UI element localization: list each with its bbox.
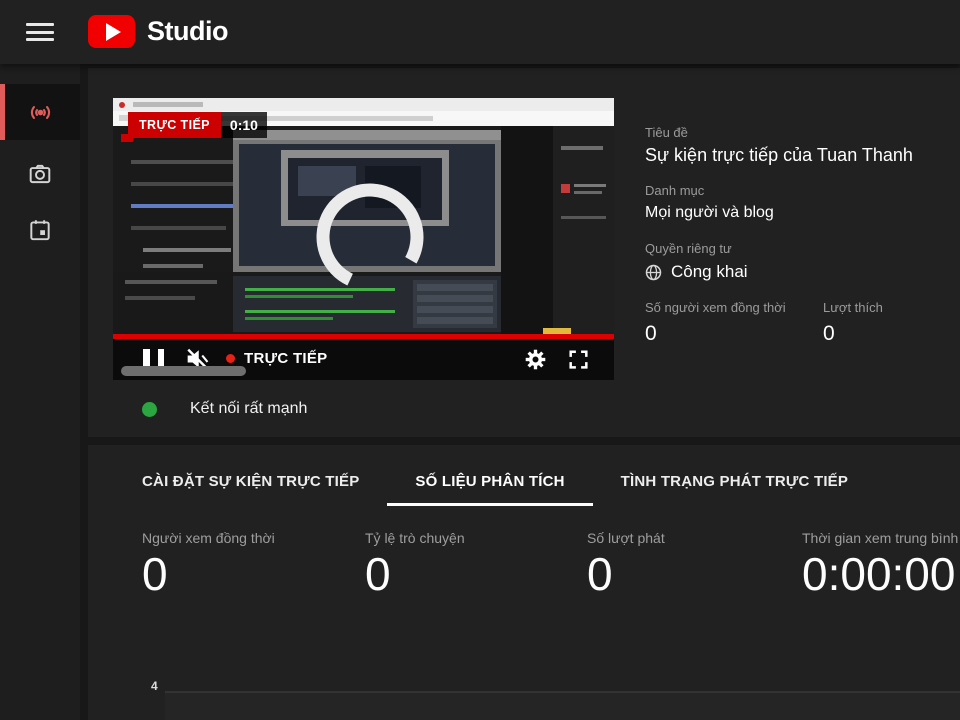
chart-y-tick: 4 [151, 679, 158, 693]
thumb-shape [143, 264, 203, 268]
metric-concurrent-viewers: Người xem đồng thời 0 [142, 530, 275, 601]
stream-title: Sự kiện trực tiếp của Tuan Thanh [645, 145, 950, 166]
chart-area [165, 693, 960, 720]
likes-block: Lượt thích 0 [823, 300, 883, 346]
metric-label: Thời gian xem trung bình [802, 530, 958, 546]
metric-avg-watch-time: Thời gian xem trung bình 0:00:00 [802, 530, 958, 601]
thumb-shape [561, 146, 603, 150]
title-label: Tiêu đề [645, 125, 950, 140]
thumb-shape [131, 182, 241, 186]
connection-status-dot [142, 402, 157, 417]
sidebar-item-webcam[interactable] [0, 148, 80, 200]
settings-button[interactable] [523, 347, 548, 372]
privacy-label: Quyền riêng tư [645, 241, 950, 256]
camera-icon [27, 161, 53, 187]
left-sidebar [0, 64, 80, 720]
category-label: Danh mục [645, 183, 950, 198]
hamburger-menu-icon[interactable] [26, 23, 54, 41]
sidebar-item-manage[interactable] [0, 204, 80, 256]
thumb-shape [417, 317, 493, 324]
thumb-shape [125, 280, 217, 284]
stream-category: Mọi người và blog [645, 204, 950, 222]
globe-icon [645, 264, 662, 281]
tab-stream-health[interactable]: TÌNH TRẠNG PHÁT TRỰC TIẾP [593, 452, 876, 506]
concurrent-viewers-value: 0 [645, 322, 823, 346]
metric-value: 0 [587, 548, 665, 601]
red-dot-icon [226, 354, 235, 363]
connection-status: Kết nối rất mạnh [142, 400, 307, 418]
calendar-icon [27, 217, 53, 243]
metric-value: 0:00:00 [802, 548, 958, 601]
concurrent-viewers-block: Số người xem đồng thời 0 [645, 300, 823, 346]
likes-label: Lượt thích [823, 300, 883, 315]
concurrent-viewers-label: Số người xem đồng thời [645, 300, 823, 315]
thumb-shape [417, 306, 493, 313]
metric-label: Người xem đồng thời [142, 530, 275, 546]
thumb-shape [574, 191, 602, 194]
connection-status-text: Kết nối rất mạnh [190, 400, 307, 418]
thumb-browser-dot [119, 102, 125, 108]
privacy-value: Công khai [671, 262, 748, 282]
live-badge: TRỰC TIẾP [128, 112, 221, 138]
metric-chat-rate: Tỷ lệ trò chuyện 0 [365, 530, 465, 601]
player-badges: TRỰC TIẾP 0:10 [128, 112, 267, 138]
thumb-chat-avatar [561, 184, 570, 193]
tab-stream-settings[interactable]: CÀI ĐẶT SỰ KIỆN TRỰC TIẾP [114, 452, 387, 506]
sidebar-item-stream[interactable] [0, 84, 80, 140]
metric-playbacks: Số lượt phát 0 [587, 530, 665, 601]
tab-analytics[interactable]: SỐ LIỆU PHÂN TÍCH [387, 452, 592, 506]
thumb-chat-panel [553, 126, 614, 338]
thumb-shape [574, 184, 606, 187]
broadcast-icon [27, 99, 54, 126]
metric-label: Số lượt phát [587, 530, 665, 546]
fullscreen-button[interactable] [566, 347, 591, 372]
youtube-studio-logo[interactable]: Studio [88, 15, 228, 48]
studio-wordmark: Studio [147, 16, 228, 47]
likes-value: 0 [823, 322, 883, 346]
youtube-play-icon [88, 15, 135, 48]
tab-bar: CÀI ĐẶT SỰ KIỆN TRỰC TIẾP SỐ LIỆU PHÂN T… [114, 452, 876, 506]
thumb-shape [501, 126, 553, 338]
live-indicator-label: TRỰC TIẾP [244, 350, 327, 367]
live-indicator[interactable]: TRỰC TIẾP [226, 350, 327, 367]
thumb-shape [133, 102, 203, 107]
privacy-row: Công khai [645, 262, 950, 282]
thumb-shape [143, 248, 231, 252]
video-player[interactable]: TRỰC TIẾP 0:10 TRỰC TIẾP [113, 98, 614, 380]
thumb-window-titlebar [233, 130, 501, 140]
thumb-shape [561, 216, 606, 219]
metric-value: 0 [365, 548, 465, 601]
stream-info-panel: Tiêu đề Sự kiện trực tiếp của Tuan Thanh… [645, 125, 950, 346]
thumb-scrollbar [121, 366, 246, 376]
metric-label: Tỷ lệ trò chuyện [365, 530, 465, 546]
analytics-card: CÀI ĐẶT SỰ KIỆN TRỰC TIẾP SỐ LIỆU PHÂN T… [88, 445, 960, 720]
viewer-like-counts: Số người xem đồng thời 0 Lượt thích 0 [645, 300, 950, 346]
stream-preview-card: TRỰC TIẾP 0:10 TRỰC TIẾP [88, 68, 960, 437]
loading-spinner [310, 177, 430, 297]
thumb-shape [125, 296, 195, 300]
elapsed-time-badge: 0:10 [221, 112, 267, 138]
top-app-bar: Studio [0, 0, 960, 64]
metric-value: 0 [142, 548, 275, 601]
thumb-meter-green [245, 310, 395, 313]
active-indicator-bar [0, 84, 5, 140]
thumb-shape [131, 226, 226, 230]
thumb-meter-green [245, 317, 333, 320]
